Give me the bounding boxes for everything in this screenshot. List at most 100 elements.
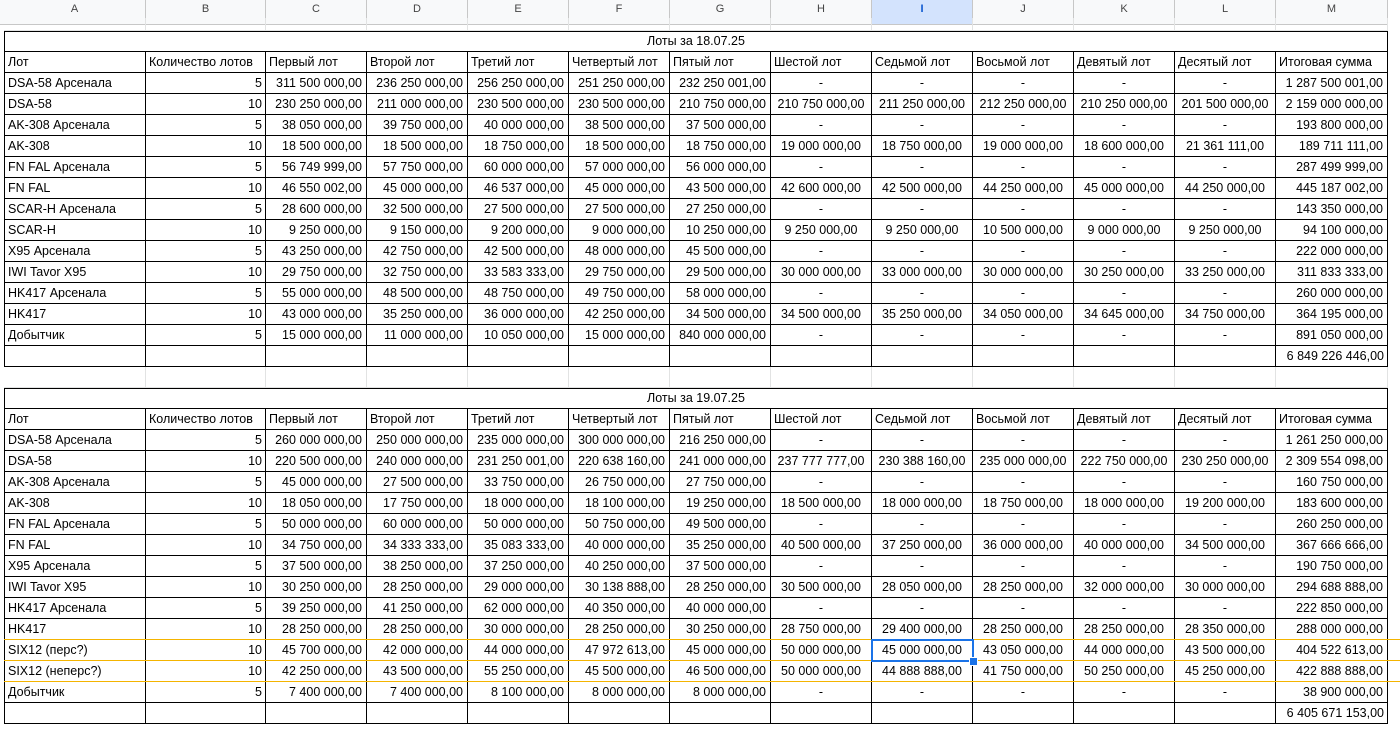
bid-value-cell[interactable]: - — [973, 115, 1074, 136]
row-total-cell[interactable]: 1 261 250 000,00 — [1276, 430, 1388, 451]
bid-value-cell[interactable]: 19 200 000,00 — [1175, 493, 1276, 514]
bid-value-cell[interactable]: - — [1175, 73, 1276, 94]
bid-value-cell[interactable]: - — [973, 682, 1074, 703]
bid-value-cell[interactable]: 37 500 000,00 — [670, 115, 771, 136]
lot-name-cell[interactable]: Добытчик — [4, 682, 146, 703]
bid-value-cell[interactable]: 18 500 000,00 — [569, 136, 670, 157]
lot-name-cell[interactable]: SIX12 (неперс?) — [4, 661, 146, 682]
bid-value-cell[interactable]: 28 250 000,00 — [670, 577, 771, 598]
empty-cell[interactable] — [670, 703, 771, 724]
bid-value-cell[interactable]: - — [1074, 283, 1175, 304]
bid-value-cell[interactable]: 37 500 000,00 — [670, 556, 771, 577]
lot-count-cell[interactable]: 5 — [146, 241, 266, 262]
lot-name-cell[interactable]: FN FAL — [4, 178, 146, 199]
lot-name-cell[interactable]: FN FAL Арсенала — [4, 514, 146, 535]
lot-name-cell[interactable]: DSA-58 — [4, 451, 146, 472]
lot-count-cell[interactable]: 10 — [146, 262, 266, 283]
empty-cell[interactable] — [146, 18, 266, 31]
lot-name-cell[interactable]: IWI Tavor X95 — [4, 262, 146, 283]
empty-cell[interactable] — [266, 346, 367, 367]
column-title[interactable]: Десятый лот — [1175, 409, 1276, 430]
bid-value-cell[interactable]: 50 000 000,00 — [771, 640, 872, 661]
bid-value-cell[interactable]: 34 500 000,00 — [1175, 535, 1276, 556]
lot-name-cell[interactable]: X95 Арсенала — [4, 556, 146, 577]
bid-value-cell[interactable]: 220 500 000,00 — [266, 451, 367, 472]
empty-cell[interactable] — [1276, 367, 1388, 388]
row-total-cell[interactable]: 2 309 554 098,00 — [1276, 451, 1388, 472]
bid-value-cell[interactable]: 30 250 000,00 — [670, 619, 771, 640]
bid-value-cell[interactable]: 45 000 000,00 — [1074, 178, 1175, 199]
lot-count-cell[interactable]: 10 — [146, 178, 266, 199]
bid-value-cell[interactable]: - — [1175, 115, 1276, 136]
lot-count-cell[interactable]: 10 — [146, 577, 266, 598]
row-total-cell[interactable]: 367 666 666,00 — [1276, 535, 1388, 556]
bid-value-cell[interactable]: 42 500 000,00 — [872, 178, 973, 199]
bid-value-cell[interactable]: 251 250 000,00 — [569, 73, 670, 94]
bid-value-cell[interactable]: 34 500 000,00 — [670, 304, 771, 325]
bid-value-cell[interactable]: 33 000 000,00 — [872, 262, 973, 283]
bid-value-cell[interactable]: 8 000 000,00 — [670, 682, 771, 703]
lot-name-cell[interactable]: AK-308 — [4, 493, 146, 514]
row-total-cell[interactable]: 222 000 000,00 — [1276, 241, 1388, 262]
lot-count-cell[interactable]: 5 — [146, 73, 266, 94]
bid-value-cell[interactable]: 42 500 000,00 — [468, 241, 569, 262]
bid-value-cell[interactable]: 33 750 000,00 — [468, 472, 569, 493]
lot-count-cell[interactable]: 10 — [146, 304, 266, 325]
empty-cell[interactable] — [367, 367, 468, 388]
column-title[interactable]: Итоговая сумма — [1276, 52, 1388, 73]
bid-value-cell[interactable]: - — [872, 514, 973, 535]
lot-name-cell[interactable]: AK-308 Арсенала — [4, 472, 146, 493]
bid-value-cell[interactable]: 34 500 000,00 — [771, 304, 872, 325]
bid-value-cell[interactable]: 237 777 777,00 — [771, 451, 872, 472]
bid-value-cell[interactable]: - — [872, 115, 973, 136]
lot-count-cell[interactable]: 10 — [146, 493, 266, 514]
bid-value-cell[interactable]: 28 250 000,00 — [1074, 619, 1175, 640]
bid-value-cell[interactable]: 45 000 000,00 — [569, 178, 670, 199]
column-title[interactable]: Второй лот — [367, 409, 468, 430]
empty-cell[interactable] — [1074, 346, 1175, 367]
empty-cell[interactable] — [367, 18, 468, 31]
empty-cell[interactable] — [1074, 367, 1175, 388]
bid-value-cell[interactable]: 50 000 000,00 — [266, 514, 367, 535]
column-title[interactable]: Лот — [4, 52, 146, 73]
bid-value-cell[interactable]: 56 000 000,00 — [670, 157, 771, 178]
bid-value-cell[interactable]: - — [872, 199, 973, 220]
bid-value-cell[interactable]: - — [872, 283, 973, 304]
column-title[interactable]: Девятый лот — [1074, 52, 1175, 73]
bid-value-cell[interactable]: 35 250 000,00 — [872, 304, 973, 325]
bid-value-cell[interactable]: 45 700 000,00 — [266, 640, 367, 661]
bid-value-cell[interactable]: - — [973, 598, 1074, 619]
bid-value-cell[interactable]: 43 500 000,00 — [1175, 640, 1276, 661]
bid-value-cell[interactable]: 26 750 000,00 — [569, 472, 670, 493]
bid-value-cell[interactable]: 30 000 000,00 — [771, 262, 872, 283]
bid-value-cell[interactable]: 9 250 000,00 — [872, 220, 973, 241]
bid-value-cell[interactable]: - — [771, 241, 872, 262]
bid-value-cell[interactable]: 222 750 000,00 — [1074, 451, 1175, 472]
bid-value-cell[interactable]: - — [1074, 598, 1175, 619]
empty-cell[interactable] — [1276, 18, 1388, 31]
bid-value-cell[interactable]: 230 250 000,00 — [1175, 451, 1276, 472]
bid-value-cell[interactable]: 47 972 613,00 — [569, 640, 670, 661]
grand-total-cell[interactable]: 6 849 226 446,00 — [1276, 346, 1388, 367]
bid-value-cell[interactable]: 18 000 000,00 — [1074, 493, 1175, 514]
row-total-cell[interactable]: 422 888 888,00 — [1276, 661, 1388, 682]
bid-value-cell[interactable]: - — [771, 283, 872, 304]
row-total-cell[interactable]: 2 159 000 000,00 — [1276, 94, 1388, 115]
empty-cell[interactable] — [1175, 367, 1276, 388]
column-title[interactable]: Восьмой лот — [973, 409, 1074, 430]
empty-cell[interactable] — [266, 703, 367, 724]
bid-value-cell[interactable]: - — [1175, 157, 1276, 178]
empty-cell[interactable] — [266, 367, 367, 388]
bid-value-cell[interactable]: - — [973, 73, 1074, 94]
bid-value-cell[interactable]: 40 000 000,00 — [569, 535, 670, 556]
bid-value-cell[interactable]: - — [771, 682, 872, 703]
bid-value-cell[interactable]: - — [973, 325, 1074, 346]
column-title[interactable]: Количество лотов — [146, 52, 266, 73]
bid-value-cell[interactable]: - — [1175, 472, 1276, 493]
bid-value-cell[interactable]: - — [872, 157, 973, 178]
bid-value-cell[interactable]: 34 333 333,00 — [367, 535, 468, 556]
lot-name-cell[interactable]: SCAR-H Арсенала — [4, 199, 146, 220]
bid-value-cell[interactable]: 50 000 000,00 — [468, 514, 569, 535]
bid-value-cell[interactable]: 45 500 000,00 — [670, 241, 771, 262]
bid-value-cell[interactable]: 212 250 000,00 — [973, 94, 1074, 115]
